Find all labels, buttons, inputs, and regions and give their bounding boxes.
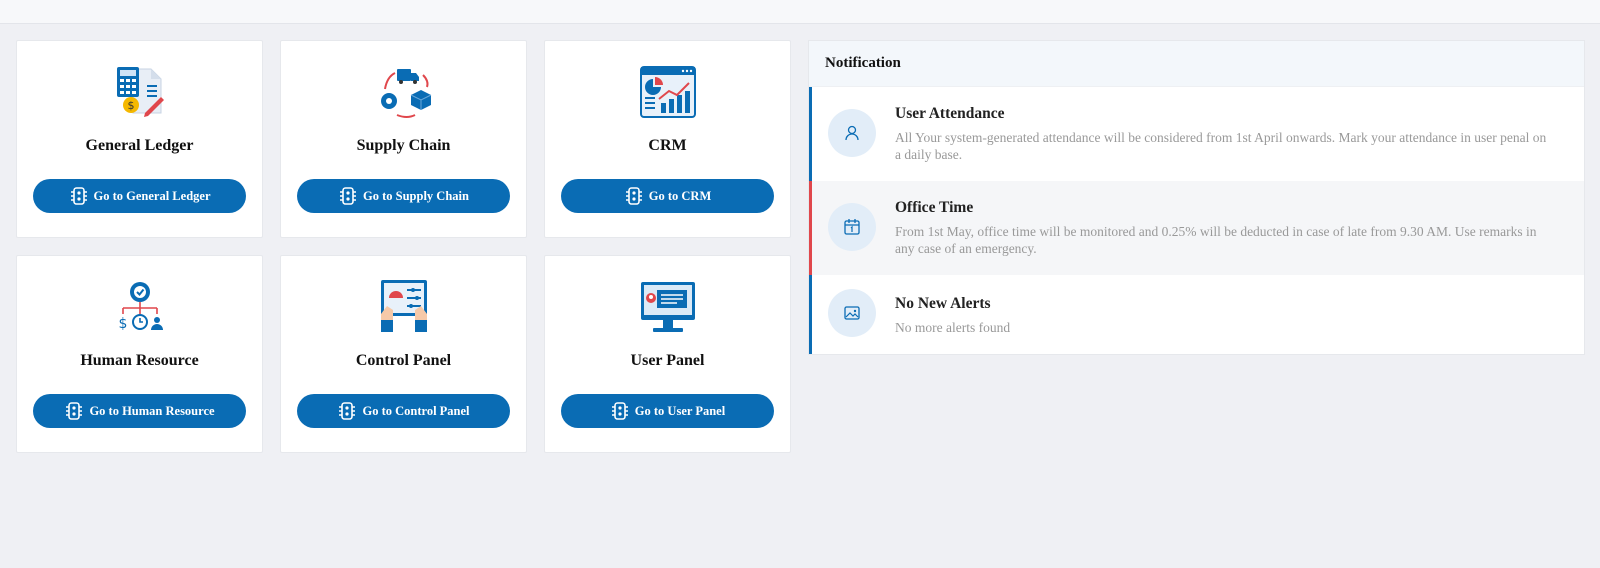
button-label: Go to General Ledger [93,188,211,203]
supply-chain-icon [281,63,526,121]
svg-text:$: $ [118,316,127,332]
user-icon [828,109,876,157]
module-title: CRM [648,137,687,154]
button-label: Go to CRM [648,188,712,203]
module-card-control-panel: Control Panel Go to Control Panel [280,255,527,453]
module-title: Control Panel [355,352,452,369]
go-to-supply-chain-button[interactable]: Go to Supply Chain [297,179,510,213]
module-link-icon [70,187,87,205]
ledger-calculator-icon: $ [17,63,262,121]
button-label: Go to Human Resource [89,403,215,418]
notification-title: No New Alerts [895,295,991,312]
go-to-control-panel-button[interactable]: Go to Control Panel [297,394,510,428]
module-link-icon [66,402,83,420]
user-panel-monitor-icon [545,278,790,336]
svg-text:$: $ [127,99,134,112]
module-title: User Panel [630,352,705,369]
calendar-icon [828,203,876,251]
notification-item-no-new-alerts[interactable]: No New Alerts No more alerts found [809,275,1584,354]
image-icon [828,289,876,337]
module-card-user-panel: User Panel Go to User Panel [544,255,791,453]
notification-text: From 1st May, office time will be monito… [895,224,1537,256]
go-to-user-panel-button[interactable]: Go to User Panel [561,394,774,428]
module-card-supply-chain: Supply Chain Go to Supply Chain [280,40,527,238]
human-resource-icon: $ [17,278,262,336]
module-title: General Ledger [85,137,194,154]
notification-heading: Notification [809,41,1584,87]
notification-title: Office Time [895,199,974,216]
crm-analytics-icon [545,63,790,121]
module-title: Supply Chain [356,137,451,154]
notification-text: No more alerts found [895,320,1011,335]
module-link-icon [339,402,356,420]
control-panel-icon [281,278,526,336]
notification-item-user-attendance[interactable]: User Attendance All Your system-generate… [809,87,1584,181]
button-label: Go to Supply Chain [363,188,469,203]
go-to-crm-button[interactable]: Go to CRM [561,179,774,213]
module-card-general-ledger: $ General Ledger Go to General Ledger [16,40,263,238]
module-link-icon [611,402,628,420]
notification-text: All Your system-generated attendance wil… [895,130,1547,162]
button-label: Go to User Panel [634,403,726,418]
button-label: Go to Control Panel [362,403,470,418]
go-to-general-ledger-button[interactable]: Go to General Ledger [33,179,246,213]
module-link-icon [340,187,357,205]
notification-title: User Attendance [895,105,1005,122]
notification-item-office-time[interactable]: Office Time From 1st May, office time wi… [809,181,1584,275]
notification-panel: Notification User Attendance All Your sy… [808,40,1585,355]
go-to-human-resource-button[interactable]: Go to Human Resource [33,394,246,428]
module-title: Human Resource [80,352,199,369]
module-link-icon [625,187,642,205]
module-card-human-resource: $ Human Resource Go to Human Resource [16,255,263,453]
top-bar [0,0,1600,24]
module-card-crm: CRM Go to CRM [544,40,791,238]
